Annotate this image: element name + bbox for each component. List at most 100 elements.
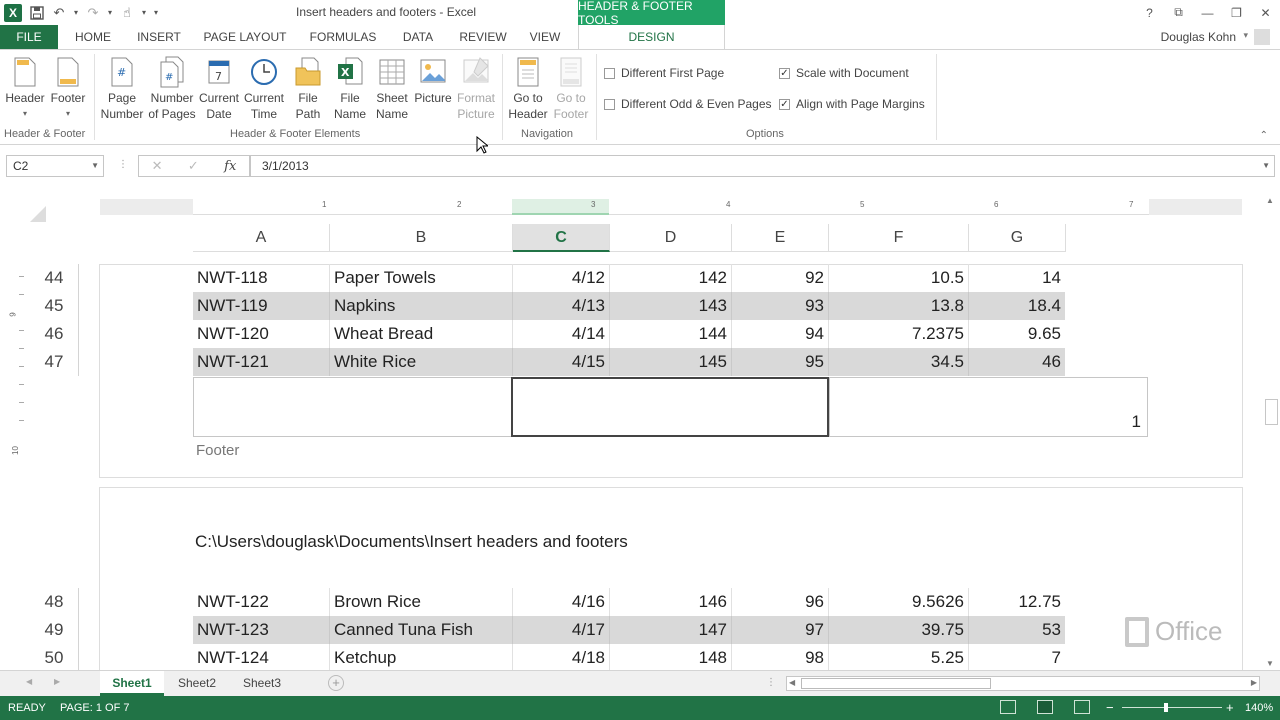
worksheet-page-layout[interactable]: 1 2 3 4 5 6 7 9 10 A B C D E F G 44 NWT-… xyxy=(0,194,1262,670)
tab-formulas[interactable]: FORMULAS xyxy=(304,25,382,49)
row-header[interactable]: 44 xyxy=(30,264,79,292)
sheet-tab-sheet2[interactable]: Sheet2 xyxy=(166,671,228,696)
tab-view[interactable]: VIEW xyxy=(522,25,568,49)
column-header-e[interactable]: E xyxy=(732,224,829,252)
tab-review[interactable]: REVIEW xyxy=(454,25,512,49)
zoom-level[interactable]: 140% xyxy=(1245,702,1273,714)
sheet-name-button[interactable]: Sheet Name xyxy=(372,56,412,122)
expand-formula-bar-icon[interactable]: ▼ xyxy=(1262,156,1270,176)
touch-mode-icon[interactable]: ☝ xyxy=(116,2,138,24)
zoom-out-icon[interactable]: − xyxy=(1106,700,1114,715)
page-layout-view-icon[interactable] xyxy=(1037,700,1053,714)
scroll-up-icon[interactable]: ▲ xyxy=(1266,196,1274,205)
help-icon[interactable]: ? xyxy=(1135,0,1164,25)
minimize-icon[interactable]: — xyxy=(1193,0,1222,25)
go-to-header-button[interactable]: Go to Header xyxy=(506,56,550,122)
enter-icon[interactable]: ✓ xyxy=(188,158,199,174)
calendar-icon: 7 xyxy=(205,56,233,88)
title-bar: X ↶ ▾ ↷ ▾ ☝ ▾ ▾ Insert headers and foote… xyxy=(0,0,1280,27)
scroll-left-icon[interactable]: ◀ xyxy=(789,678,795,687)
footer-center-section[interactable] xyxy=(511,377,829,437)
tab-file[interactable]: FILE xyxy=(0,25,58,49)
different-odd-even-checkbox[interactable]: Different Odd & Even Pages xyxy=(604,97,772,111)
page-break-view-icon[interactable] xyxy=(1074,700,1090,714)
go-to-footer-icon xyxy=(557,56,585,88)
tab-split-handle[interactable]: ⋮ xyxy=(766,677,776,688)
row-header[interactable]: 47 xyxy=(30,348,79,376)
column-header-a[interactable]: A xyxy=(193,224,330,252)
tab-home[interactable]: HOME xyxy=(66,25,120,49)
page-number-button[interactable]: # Page Number xyxy=(98,56,146,122)
row-header[interactable]: 50 xyxy=(30,644,79,670)
go-to-footer-button[interactable]: Go to Footer xyxy=(550,56,592,122)
scroll-down-icon[interactable]: ▼ xyxy=(1266,659,1274,668)
tab-page-layout[interactable]: PAGE LAYOUT xyxy=(198,25,292,49)
sheet-tab-sheet3[interactable]: Sheet3 xyxy=(230,671,294,696)
tab-insert[interactable]: INSERT xyxy=(130,25,188,49)
cancel-icon[interactable]: ✕ xyxy=(152,158,163,174)
header-button[interactable]: Header ▾ xyxy=(4,56,46,122)
user-name[interactable]: Douglas Kohn xyxy=(1161,30,1236,44)
close-icon[interactable]: ✕ xyxy=(1251,0,1280,25)
different-first-page-checkbox[interactable]: Different First Page xyxy=(604,66,724,80)
redo-icon[interactable]: ↷ xyxy=(82,2,104,24)
undo-icon[interactable]: ↶ xyxy=(48,2,70,24)
horizontal-scrollbar[interactable]: ◀ ▶ xyxy=(786,676,1260,691)
footer-left-section[interactable] xyxy=(193,377,513,437)
scale-with-document-checkbox[interactable]: ✓ Scale with Document xyxy=(779,66,909,80)
vertical-scroll-thumb[interactable] xyxy=(1265,399,1278,425)
horizontal-scroll-thumb[interactable] xyxy=(801,678,991,689)
undo-dropdown-icon[interactable]: ▾ xyxy=(70,2,82,24)
file-path-button[interactable]: File Path xyxy=(289,56,327,122)
file-name-button[interactable]: X File Name xyxy=(329,56,371,122)
sheet-tab-sheet1[interactable]: Sheet1 xyxy=(100,671,164,696)
touch-mode-dropdown-icon[interactable]: ▾ xyxy=(138,2,150,24)
column-header-b[interactable]: B xyxy=(330,224,513,252)
format-picture-button[interactable]: Format Picture xyxy=(454,56,498,122)
status-ready: READY xyxy=(8,702,46,714)
redo-dropdown-icon[interactable]: ▾ xyxy=(104,2,116,24)
prev-sheet-icon[interactable]: ◀ xyxy=(26,677,32,686)
save-icon[interactable] xyxy=(26,2,48,24)
footer-right-section[interactable]: 1 xyxy=(829,377,1148,437)
insert-function-icon[interactable]: fx xyxy=(224,159,236,174)
column-header-f[interactable]: F xyxy=(829,224,969,252)
current-date-button[interactable]: 7 Current Date xyxy=(197,56,241,122)
ribbon-display-options-icon[interactable]: ⧉ xyxy=(1164,0,1193,25)
formula-input[interactable]: 3/1/2013 ▼ xyxy=(250,155,1275,177)
align-with-margins-checkbox[interactable]: ✓ Align with Page Margins xyxy=(779,97,925,111)
excel-file-icon: X xyxy=(336,56,364,88)
page-header-file-path[interactable]: C:\Users\douglask\Documents\Insert heade… xyxy=(195,532,628,552)
select-all-corner[interactable] xyxy=(30,206,46,222)
picture-button[interactable]: Picture xyxy=(413,56,453,106)
row-header[interactable]: 46 xyxy=(30,320,79,348)
zoom-slider-thumb[interactable] xyxy=(1164,703,1168,712)
column-header-d[interactable]: D xyxy=(610,224,732,252)
name-box[interactable]: C2 ▼ xyxy=(6,155,104,177)
collapse-ribbon-icon[interactable]: ⌃ xyxy=(1260,130,1268,141)
name-box-dropdown-icon[interactable]: ▼ xyxy=(91,156,99,176)
restore-icon[interactable]: ❐ xyxy=(1222,0,1251,25)
scroll-right-icon[interactable]: ▶ xyxy=(1251,678,1257,687)
row-header[interactable]: 48 xyxy=(30,588,79,616)
excel-logo-icon[interactable]: X xyxy=(4,3,22,22)
current-time-button[interactable]: Current Time xyxy=(241,56,287,122)
tab-data[interactable]: DATA xyxy=(394,25,442,49)
zoom-in-icon[interactable]: + xyxy=(1226,700,1234,715)
next-sheet-icon[interactable]: ▶ xyxy=(54,677,60,686)
vertical-scrollbar[interactable]: ▲ ▼ xyxy=(1262,194,1280,670)
footer-button[interactable]: Footer ▾ xyxy=(48,56,88,122)
customize-qat-icon[interactable]: ▾ xyxy=(150,2,162,24)
row-header[interactable]: 49 xyxy=(30,616,79,644)
tab-design[interactable]: DESIGN xyxy=(578,25,725,49)
add-sheet-icon[interactable]: + xyxy=(328,675,344,691)
normal-view-icon[interactable] xyxy=(1000,700,1016,714)
number-of-pages-button[interactable]: # Number of Pages xyxy=(147,56,197,122)
user-dropdown-icon[interactable]: ▾ xyxy=(1243,30,1248,41)
column-header-g[interactable]: G xyxy=(969,224,1066,252)
row-header[interactable]: 45 xyxy=(30,292,79,320)
avatar[interactable] xyxy=(1254,29,1270,45)
column-header-c[interactable]: C xyxy=(513,224,610,252)
formula-bar-resize-handle[interactable]: ⋮ xyxy=(118,159,128,170)
zoom-slider[interactable] xyxy=(1122,707,1222,708)
